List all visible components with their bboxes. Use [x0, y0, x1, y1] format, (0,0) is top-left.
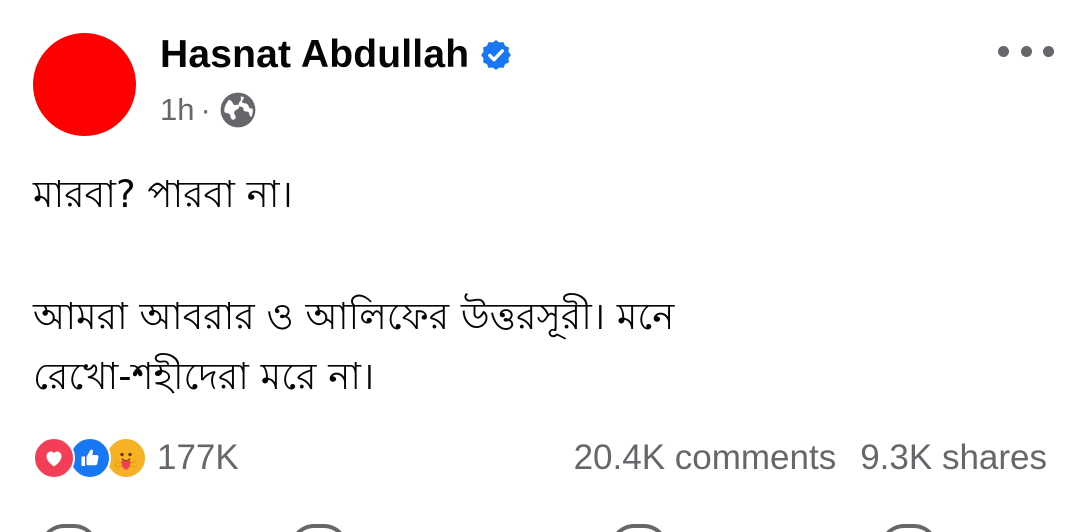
- like-action-icon[interactable]: [40, 524, 98, 532]
- reaction-count: 177K: [157, 438, 239, 477]
- engagement-counts: 20.4K comments 9.3K shares: [574, 438, 1047, 478]
- shares-count-link[interactable]: 9.3K shares: [860, 438, 1047, 478]
- more-horizontal-icon: [998, 45, 1009, 57]
- more-dot: [1020, 45, 1032, 57]
- post-text-line: রেখো-শহীদেরা মরে না।: [33, 355, 375, 398]
- share-action-icon[interactable]: [880, 524, 938, 532]
- post-meta: 1h ·: [160, 88, 257, 132]
- globe-icon[interactable]: [219, 91, 257, 129]
- send-action-icon[interactable]: [610, 524, 668, 532]
- meta-separator: ·: [200, 92, 211, 127]
- more-dot: [1043, 45, 1054, 57]
- author-name[interactable]: Hasnat Abdullah: [160, 33, 469, 77]
- avatar[interactable]: [33, 33, 136, 136]
- post-message: মারবা? পারবা না। আমরা আবরার ও আলিফের উত্…: [33, 165, 1033, 407]
- reactions-summary[interactable]: 177K: [33, 437, 239, 479]
- more-options-button[interactable]: [998, 34, 1054, 68]
- comment-action-icon[interactable]: [290, 524, 348, 532]
- post-action-bar: [0, 518, 1080, 532]
- post-time[interactable]: 1h: [160, 92, 194, 128]
- post-text-line: আমরা আবরার ও আলিফের উত্তরসূরী। মনে: [33, 295, 675, 338]
- post-stats: 177K 20.4K comments 9.3K shares: [33, 432, 1047, 484]
- love-reaction-icon: [33, 437, 75, 479]
- like-reaction-icon: [69, 437, 111, 479]
- comments-count-link[interactable]: 20.4K comments: [574, 438, 837, 478]
- verified-badge-icon: [481, 40, 512, 70]
- post-header: Hasnat Abdullah: [160, 30, 513, 80]
- care-reaction-icon: [105, 437, 147, 479]
- post-text-line: মারবা? পারবা না।: [33, 173, 293, 216]
